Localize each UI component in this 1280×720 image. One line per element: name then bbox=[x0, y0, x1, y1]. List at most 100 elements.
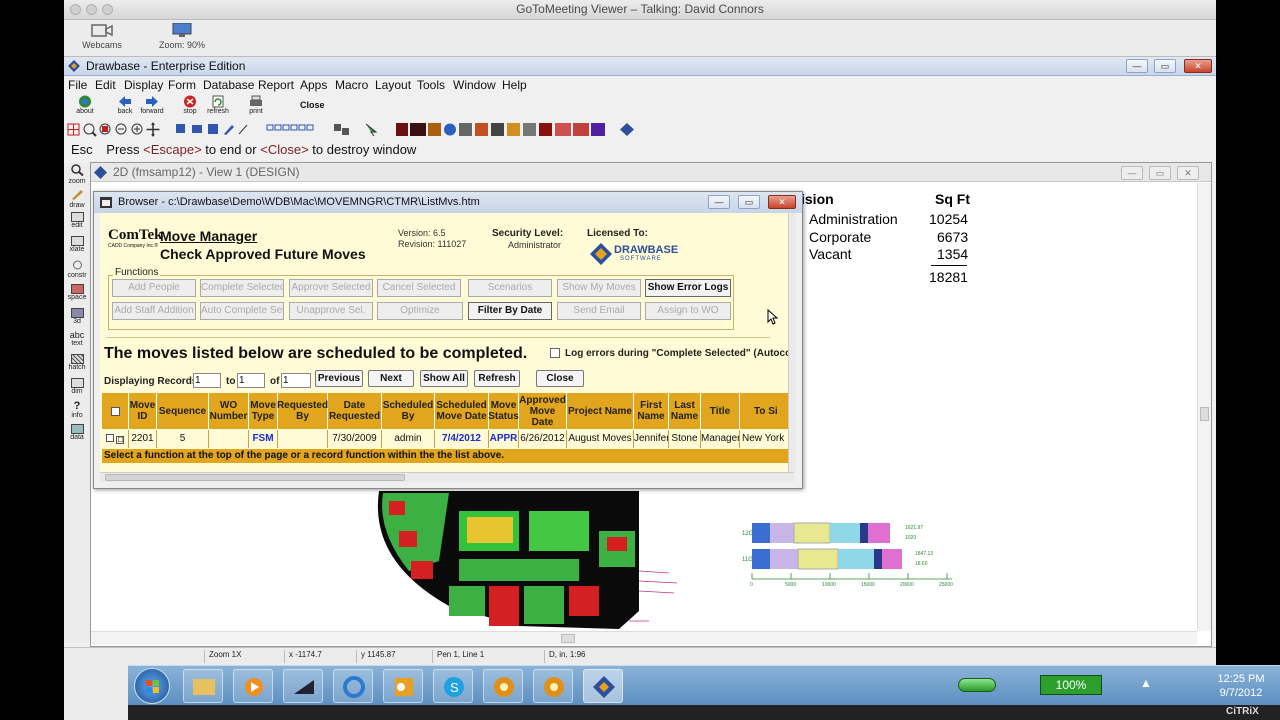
taskbar-ie[interactable] bbox=[333, 669, 373, 703]
next-button[interactable]: Next bbox=[368, 370, 414, 387]
column-header[interactable]: Sequence bbox=[157, 393, 209, 429]
menu-database[interactable]: Database bbox=[203, 78, 254, 92]
column-header[interactable]: Move ID bbox=[129, 393, 157, 429]
column-header[interactable]: WO Number bbox=[209, 393, 249, 429]
refresh-button[interactable]: Refresh bbox=[474, 370, 520, 387]
side-zoom[interactable]: zoom bbox=[66, 164, 88, 185]
side-3d[interactable]: 3d bbox=[66, 308, 88, 325]
menu-layout[interactable]: Layout bbox=[375, 78, 411, 92]
side-dim[interactable]: dim bbox=[66, 378, 88, 395]
menu-edit[interactable]: Edit bbox=[95, 78, 116, 92]
assign-to-wo-button[interactable]: Assign to WO bbox=[645, 302, 731, 320]
menu-form[interactable]: Form bbox=[168, 78, 196, 92]
previous-button[interactable]: Previous bbox=[315, 370, 363, 387]
menu-window[interactable]: Window bbox=[453, 78, 496, 92]
taskbar-app2[interactable] bbox=[533, 669, 573, 703]
taskbar-outlook[interactable] bbox=[383, 669, 423, 703]
side-hatch[interactable]: hatch bbox=[66, 354, 88, 371]
column-header[interactable]: Date Requested bbox=[328, 393, 382, 429]
view-close-button[interactable]: ✕ bbox=[1177, 166, 1199, 180]
menu-file[interactable]: File bbox=[68, 78, 87, 92]
optimize-button[interactable]: Optimize bbox=[377, 302, 463, 320]
browser-horizontal-scrollbar[interactable] bbox=[100, 472, 794, 482]
close-list-button[interactable]: Close bbox=[536, 370, 584, 387]
row-detail-icon[interactable]: ☐ bbox=[116, 436, 125, 444]
side-draw[interactable]: draw bbox=[66, 188, 88, 209]
taskbar-app1[interactable] bbox=[483, 669, 523, 703]
tray-arrow-icon[interactable]: ▲ bbox=[1140, 676, 1152, 690]
browser-vertical-scrollbar[interactable] bbox=[788, 213, 796, 472]
maximize-button[interactable]: ▭ bbox=[1154, 59, 1176, 73]
column-header[interactable]: Project Name bbox=[567, 393, 634, 429]
taskbar-explorer[interactable] bbox=[183, 669, 223, 703]
column-header[interactable]: Move Status bbox=[488, 393, 519, 429]
from-record-input[interactable]: 1 bbox=[193, 373, 221, 388]
to-record-input[interactable]: 1 bbox=[237, 373, 265, 388]
side-constr[interactable]: constr bbox=[66, 260, 88, 279]
start-button[interactable] bbox=[134, 668, 170, 704]
cancel-selected-button[interactable]: Cancel Selected bbox=[377, 279, 461, 297]
side-edit[interactable]: edit bbox=[66, 212, 88, 229]
column-header[interactable]: Last Name bbox=[669, 393, 701, 429]
browser-maximize-button[interactable]: ▭ bbox=[738, 195, 760, 209]
taskbar-drawbase[interactable] bbox=[283, 669, 323, 703]
side-xlate[interactable]: xlate bbox=[66, 236, 88, 253]
cell-move-status[interactable]: APPR bbox=[489, 430, 519, 448]
select-all-checkbox[interactable] bbox=[110, 406, 120, 416]
stop-button[interactable]: stop bbox=[175, 95, 205, 115]
view-horizontal-scrollbar[interactable] bbox=[91, 631, 1197, 645]
mac-zoom-button[interactable] bbox=[102, 4, 113, 15]
menu-display[interactable]: Display bbox=[124, 78, 163, 92]
minimize-button[interactable]: — bbox=[1126, 59, 1148, 73]
auto-complete-sel-button[interactable]: Auto Complete Sel. bbox=[200, 302, 284, 320]
app-name-link[interactable]: Move Manager bbox=[160, 228, 257, 244]
column-header[interactable]: Title bbox=[701, 393, 740, 429]
column-header[interactable]: Requested By bbox=[277, 393, 328, 429]
scroll-thumb[interactable] bbox=[105, 474, 405, 481]
zoom-button[interactable]: Zoom: 90% bbox=[152, 23, 212, 50]
complete-selected-button[interactable]: Complete Selected bbox=[200, 279, 284, 297]
column-header[interactable]: First Name bbox=[634, 393, 669, 429]
close-button[interactable]: ✕ bbox=[1184, 59, 1212, 73]
scroll-thumb[interactable] bbox=[1200, 407, 1209, 421]
unapprove-sel-button[interactable]: Unapprove Sel. bbox=[289, 302, 373, 320]
show-all-button[interactable]: Show All bbox=[420, 370, 468, 387]
column-header[interactable]: Scheduled By bbox=[382, 393, 435, 429]
log-errors-checkbox[interactable] bbox=[550, 348, 560, 358]
scroll-thumb[interactable] bbox=[561, 634, 575, 643]
show-my-moves-button[interactable]: Show My Moves bbox=[557, 279, 641, 297]
menu-help[interactable]: Help bbox=[502, 78, 527, 92]
about-button[interactable]: about bbox=[70, 95, 100, 115]
column-header[interactable]: Move Type bbox=[249, 393, 278, 429]
column-header[interactable]: To Si bbox=[740, 393, 794, 429]
clock[interactable]: 12:25 PM 9/7/2012 bbox=[1206, 673, 1276, 699]
table-row[interactable]: ☐ 2201 5 FSM 7/30/2009 admin 7/4/2012 AP… bbox=[102, 430, 794, 448]
menu-apps[interactable]: Apps bbox=[300, 78, 327, 92]
cell-move-type[interactable]: FSM bbox=[249, 430, 278, 448]
toolbar-close-button[interactable]: Close bbox=[300, 100, 325, 110]
view-maximize-button[interactable]: ▭ bbox=[1149, 166, 1171, 180]
side-text[interactable]: abc text bbox=[66, 330, 88, 347]
green-pill-indicator[interactable] bbox=[958, 678, 996, 692]
browser-close-button[interactable]: ✕ bbox=[768, 195, 796, 209]
add-people-button[interactable]: Add People bbox=[112, 279, 196, 297]
side-info[interactable]: ? info bbox=[66, 400, 88, 419]
refresh-button[interactable]: refresh bbox=[203, 95, 233, 115]
taskbar-drawbase-active[interactable] bbox=[583, 669, 623, 703]
show-error-logs-button[interactable]: Show Error Logs bbox=[645, 279, 731, 297]
column-header[interactable]: Approved Move Date bbox=[519, 393, 567, 429]
view-vertical-scrollbar[interactable] bbox=[1197, 183, 1211, 631]
mac-minimize-button[interactable] bbox=[86, 4, 97, 15]
battery-indicator[interactable]: 100% bbox=[1040, 675, 1102, 695]
send-email-button[interactable]: Send Email bbox=[557, 302, 641, 320]
filter-by-date-button[interactable]: Filter By Date bbox=[468, 302, 552, 320]
back-button[interactable]: back bbox=[110, 95, 140, 115]
approve-selected-button[interactable]: Approve Selected bbox=[289, 279, 373, 297]
of-record-input[interactable]: 1 bbox=[281, 373, 311, 388]
row-checkbox[interactable] bbox=[105, 434, 114, 442]
side-data[interactable]: data bbox=[66, 424, 88, 441]
menu-macro[interactable]: Macro bbox=[335, 78, 368, 92]
scenarios-button[interactable]: Scenarios bbox=[468, 279, 552, 297]
cell-scheduled-move-date[interactable]: 7/4/2012 bbox=[435, 430, 489, 448]
webcams-button[interactable]: Webcams bbox=[72, 23, 132, 50]
